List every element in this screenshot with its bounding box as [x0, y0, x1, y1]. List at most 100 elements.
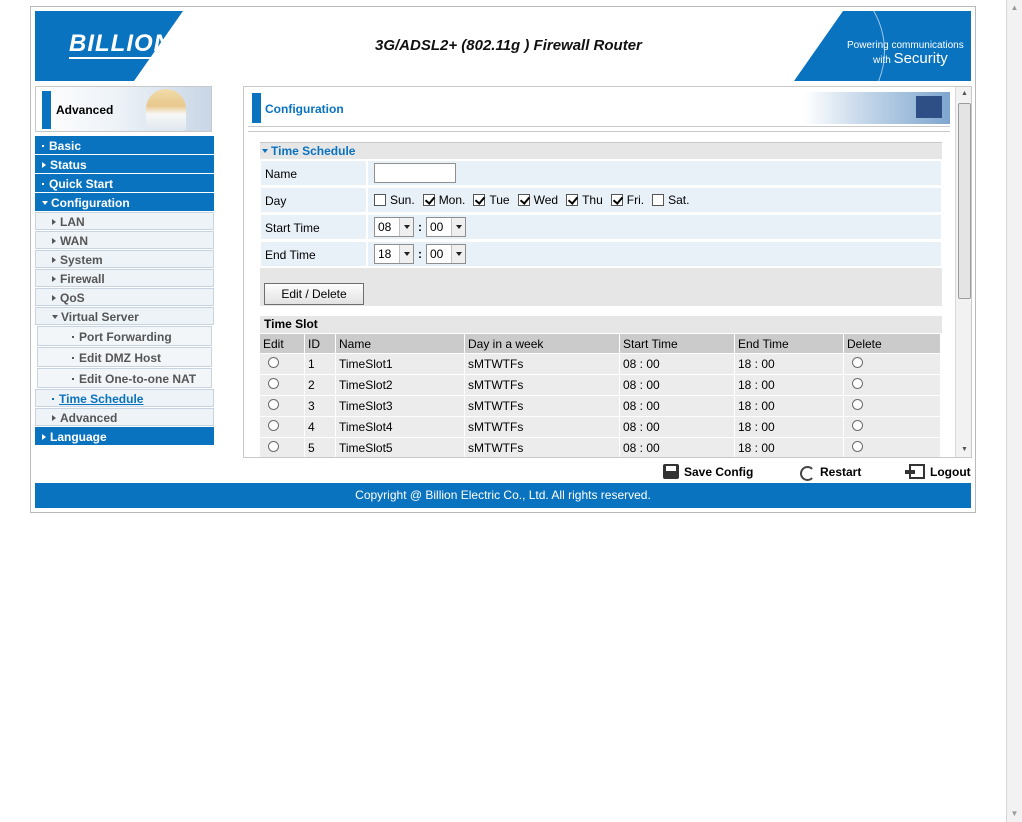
sidebar-item-lan[interactable]: LAN: [35, 212, 214, 230]
start-hour-select[interactable]: 08: [374, 217, 414, 237]
row-days: sMTWTFs: [465, 438, 619, 457]
delete-radio[interactable]: [852, 357, 863, 368]
day-checkbox-tue[interactable]: Tue: [473, 193, 510, 207]
checkbox-icon[interactable]: [473, 194, 486, 206]
chevron-down-icon: [52, 315, 58, 319]
chevron-right-icon: [42, 434, 46, 440]
sidebar-item-firewall[interactable]: Firewall: [35, 269, 214, 287]
logout-icon: [905, 464, 925, 479]
edit-radio[interactable]: [268, 399, 279, 410]
mode-indicator: Advanced: [35, 86, 212, 132]
edit-delete-button[interactable]: Edit / Delete: [264, 283, 364, 305]
router-frame: BILLION 3G/ADSL2+ (802.11g ) Firewall Ro…: [30, 6, 976, 513]
restart-button[interactable]: Restart: [799, 464, 861, 481]
day-checkbox-fri[interactable]: Fri.: [610, 193, 644, 207]
name-input[interactable]: [374, 163, 456, 183]
bullet-icon: [52, 398, 54, 400]
sidebar-item-wan[interactable]: WAN: [35, 231, 214, 249]
scroll-up-icon[interactable]: ▲: [1007, 0, 1022, 16]
edit-radio[interactable]: [268, 357, 279, 368]
day-checkbox-sun[interactable]: Sun.: [374, 193, 415, 207]
sidebar-item-language[interactable]: Language: [35, 427, 214, 445]
sidebar-item-system[interactable]: System: [35, 250, 214, 268]
day-checkbox-thu[interactable]: Thu: [566, 193, 603, 207]
chevron-right-icon: [52, 295, 56, 301]
sidebar-item-status[interactable]: Status: [35, 155, 214, 173]
delete-radio[interactable]: [852, 441, 863, 452]
row-end: 18 : 00: [735, 417, 843, 437]
chevron-right-icon: [52, 238, 56, 244]
day-row: Day Sun. Mon. Tue Wed Thu Fri. Sat.: [260, 187, 942, 213]
header-banner: BILLION 3G/ADSL2+ (802.11g ) Firewall Ro…: [35, 11, 971, 81]
table-row: 3 TimeSlot3 sMTWTFs 08 : 00 18 : 00: [260, 396, 940, 416]
sidebar-item-basic[interactable]: Basic: [35, 136, 214, 154]
scroll-down-icon[interactable]: ▼: [1007, 806, 1022, 822]
start-minute-select[interactable]: 00: [426, 217, 466, 237]
chevron-right-icon: [52, 257, 56, 263]
delete-radio[interactable]: [852, 399, 863, 410]
edit-radio[interactable]: [268, 378, 279, 389]
sidebar-item-qos[interactable]: QoS: [35, 288, 214, 306]
chevron-right-icon: [42, 162, 46, 168]
delete-radio[interactable]: [852, 378, 863, 389]
checkbox-icon[interactable]: [566, 194, 579, 206]
end-hour-select[interactable]: 18: [374, 244, 414, 264]
time-slot-table: Edit ID Name Day in a week Start Time En…: [259, 333, 941, 457]
scroll-down-icon[interactable]: ▼: [956, 443, 971, 457]
logout-button[interactable]: Logout: [905, 464, 971, 479]
scroll-up-icon[interactable]: ▲: [956, 87, 971, 101]
checkbox-icon[interactable]: [422, 194, 435, 206]
table-row: 5 TimeSlot5 sMTWTFs 08 : 00 18 : 00: [260, 438, 940, 457]
checkbox-icon[interactable]: [610, 194, 623, 206]
day-checkbox-mon[interactable]: Mon.: [422, 193, 465, 207]
sidebar-item-advanced[interactable]: Advanced: [35, 408, 214, 426]
bullet-icon: [72, 336, 74, 338]
start-time-label: Start Time: [260, 214, 367, 240]
checkbox-icon[interactable]: [517, 194, 530, 206]
row-id: 3: [305, 396, 335, 416]
column-header: Edit: [260, 334, 304, 353]
row-name: TimeSlot1: [336, 354, 464, 374]
row-end: 18 : 00: [735, 375, 843, 395]
checkbox-icon[interactable]: [652, 194, 665, 206]
bullet-icon: [42, 183, 44, 185]
dropdown-arrow-icon: [403, 225, 410, 229]
row-start: 08 : 00: [620, 438, 734, 457]
delete-radio[interactable]: [852, 420, 863, 431]
table-row: 2 TimeSlot2 sMTWTFs 08 : 00 18 : 00: [260, 375, 940, 395]
table-header-row: Edit ID Name Day in a week Start Time En…: [260, 334, 940, 353]
checkbox-icon[interactable]: [374, 194, 386, 206]
content-scrollbar[interactable]: ▲ ▼: [955, 87, 971, 457]
sidebar-item-port-forwarding[interactable]: Port Forwarding: [37, 326, 212, 346]
row-start: 08 : 00: [620, 375, 734, 395]
row-start: 08 : 00: [620, 417, 734, 437]
sidebar-item-edit-one-to-one-nat[interactable]: Edit One-to-one NAT: [37, 368, 212, 388]
product-title: 3G/ADSL2+ (802.11g ) Firewall Router: [375, 37, 642, 54]
collapse-icon: [262, 149, 268, 153]
row-end: 18 : 00: [735, 354, 843, 374]
edit-radio[interactable]: [268, 441, 279, 452]
sidebar-item-edit-dmz-host[interactable]: Edit DMZ Host: [37, 347, 212, 367]
header-image: [804, 92, 950, 124]
window-scrollbar[interactable]: ▲ ▼: [1006, 0, 1022, 822]
sidebar-item-quick-start[interactable]: Quick Start: [35, 174, 214, 192]
row-end: 18 : 00: [735, 438, 843, 457]
dropdown-arrow-icon: [403, 252, 410, 256]
sidebar-item-configuration[interactable]: Configuration: [35, 193, 214, 211]
end-minute-select[interactable]: 00: [426, 244, 466, 264]
edit-radio[interactable]: [268, 420, 279, 431]
section-title[interactable]: Time Schedule: [260, 142, 942, 159]
day-checkbox-sat[interactable]: Sat.: [652, 193, 689, 207]
sidebar-item-virtual-server[interactable]: Virtual Server: [35, 307, 214, 325]
floppy-disk-icon: [663, 464, 679, 479]
bullet-icon: [72, 378, 74, 380]
content-panel: Configuration Time Schedule Name Day Sun…: [243, 86, 972, 458]
day-checkbox-wed[interactable]: Wed: [517, 193, 558, 207]
sidebar-nav: Basic Status Quick Start Configuration L…: [35, 136, 214, 446]
row-start: 08 : 00: [620, 354, 734, 374]
bottom-toolbar: Save Config Restart Logout: [35, 460, 971, 484]
page-title: Configuration: [265, 102, 344, 116]
scroll-thumb[interactable]: [958, 103, 971, 299]
save-config-button[interactable]: Save Config: [663, 464, 753, 479]
sidebar-item-time-schedule[interactable]: Time Schedule: [35, 389, 214, 407]
